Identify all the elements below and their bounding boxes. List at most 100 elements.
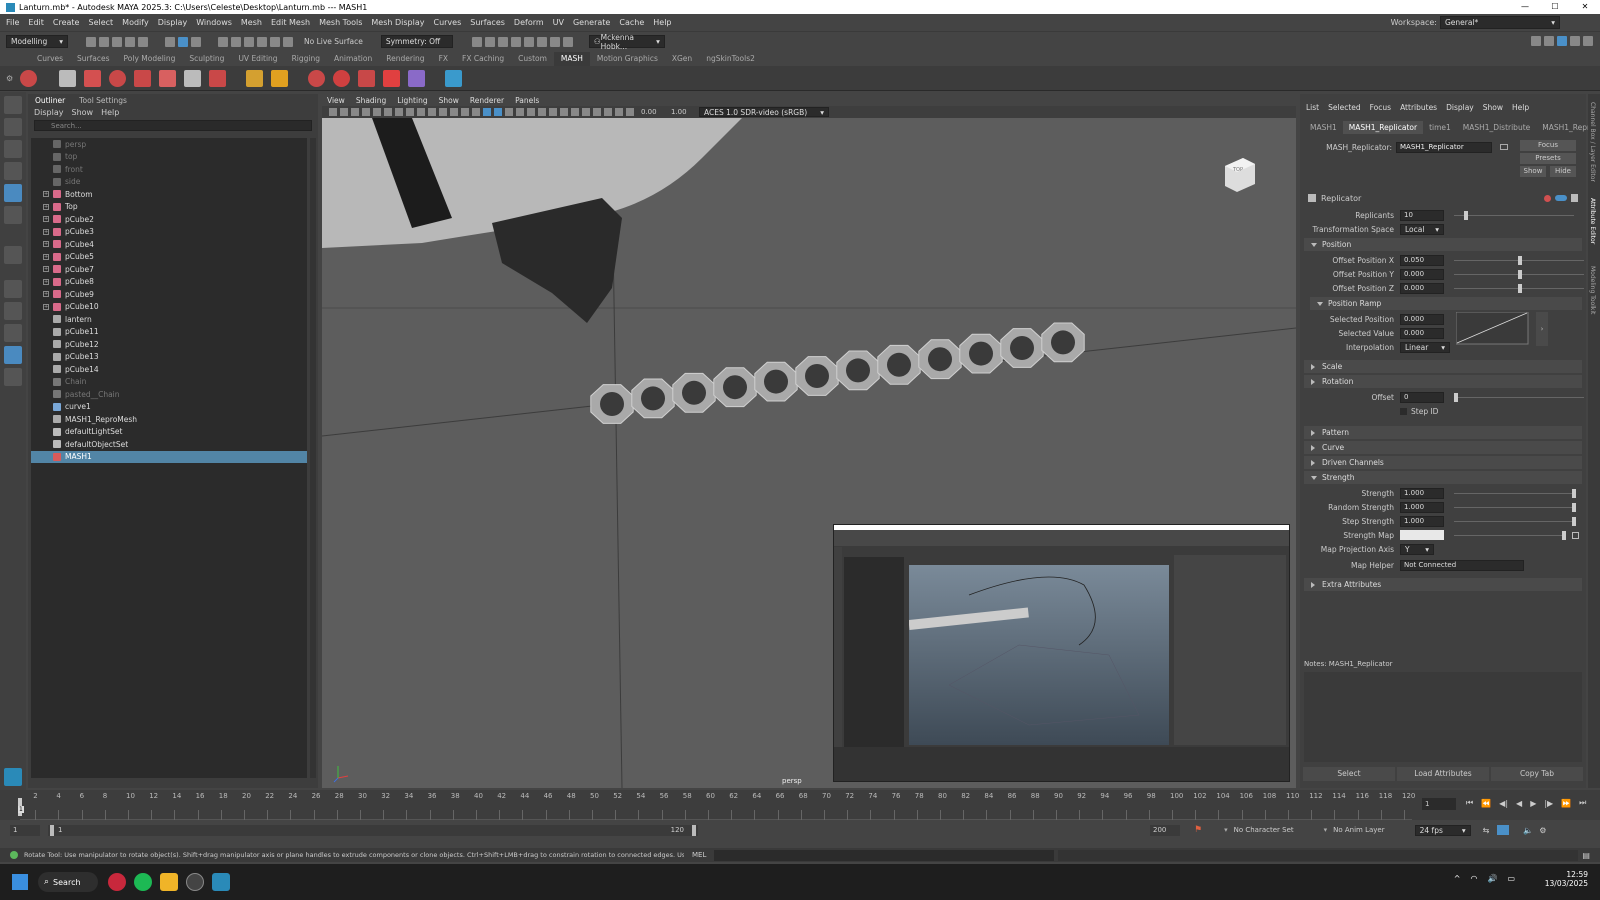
outliner-search-input[interactable]: Search... (34, 120, 312, 131)
offset-x-knob[interactable] (1518, 255, 1522, 265)
offset-knob[interactable] (1454, 392, 1458, 402)
outliner-item[interactable]: pCube14 (31, 363, 307, 376)
mash-flight-icon[interactable] (383, 69, 400, 87)
menu-edit[interactable]: Edit (28, 18, 44, 27)
menu-select[interactable]: Select (88, 18, 113, 27)
notes-field[interactable] (1304, 672, 1582, 762)
type-tool-icon[interactable] (246, 69, 263, 87)
viewport-toolbar-icon[interactable] (559, 108, 568, 116)
menu-display[interactable]: Display (158, 18, 188, 27)
render-settings-icon[interactable] (511, 36, 522, 47)
go-to-start-icon[interactable]: ⏮ (1466, 798, 1473, 808)
outliner-item[interactable]: + Top (31, 201, 307, 214)
scale-tool-icon[interactable] (4, 206, 22, 224)
outliner-item[interactable]: persp (31, 138, 307, 151)
tab-modeling-toolkit[interactable]: Modeling Toolkit (1589, 266, 1596, 314)
outliner-item[interactable]: + pCube3 (31, 226, 307, 239)
shelf-tab-surfaces[interactable]: Surfaces (70, 52, 116, 66)
ramp-expand-icon[interactable]: › (1536, 312, 1548, 346)
four-view-icon[interactable] (4, 302, 22, 320)
section-position[interactable]: Position (1304, 238, 1582, 251)
hide-button[interactable]: Hide (1550, 166, 1576, 177)
user-account-dropdown[interactable]: ⚇ Mckenna Hobk... ▾ (588, 33, 665, 51)
shelf-tab-fx-caching[interactable]: FX Caching (455, 52, 511, 66)
sound-icon[interactable]: 🔈 (1523, 826, 1533, 835)
viewport-toolbar-icon[interactable] (383, 108, 392, 116)
menu-cache[interactable]: Cache (619, 18, 644, 27)
viewport-toolbar-icon[interactable] (372, 108, 381, 116)
transform-space-dropdown[interactable]: Local ▾ (1400, 223, 1444, 235)
outliner-item[interactable]: Chain (31, 376, 307, 389)
viewport-toolbar-icon[interactable] (361, 108, 370, 116)
redo-icon[interactable] (137, 36, 148, 47)
node-name-field[interactable]: MASH1_Replicator (1396, 141, 1492, 153)
light-editor-icon[interactable] (550, 36, 561, 47)
node-link-icon[interactable] (1500, 144, 1508, 150)
menu-surfaces[interactable]: Surfaces (470, 18, 505, 27)
outliner-item[interactable]: + pCube2 (31, 213, 307, 226)
viewport-toolbar-icon[interactable] (592, 108, 601, 116)
outliner-item[interactable]: defaultLightSet (31, 426, 307, 439)
view-cube[interactable]: TOP (1225, 158, 1255, 192)
outliner-scrollbar[interactable] (310, 138, 316, 778)
outliner-item[interactable]: pCube11 (31, 326, 307, 339)
expand-icon[interactable]: + (43, 228, 49, 235)
mash-spin-icon[interactable] (308, 69, 325, 87)
outliner-item[interactable]: + pCube4 (31, 238, 307, 251)
expand-icon[interactable]: + (43, 203, 49, 210)
menu-uv[interactable]: UV (553, 18, 564, 27)
component-mode-icon[interactable] (190, 36, 201, 47)
toggle-attribute-editor-icon[interactable] (1543, 36, 1554, 46)
outliner-item[interactable]: defaultObjectSet (31, 438, 307, 451)
anim-layer-label[interactable]: No Anim Layer (1333, 826, 1384, 834)
outliner-item[interactable]: MASH1_ReproMesh (31, 413, 307, 426)
maya-taskbar-icon[interactable] (212, 873, 230, 891)
cache-playback-icon[interactable] (1497, 825, 1510, 835)
toggle-modeling-toolkit-icon[interactable] (1530, 36, 1541, 46)
menu-help[interactable]: Help (653, 18, 671, 27)
viewport-toolbar-icon[interactable] (504, 108, 513, 116)
hypershade-icon[interactable] (524, 36, 535, 47)
auto-key-icon[interactable]: ⚑ (1194, 825, 1202, 835)
step-forward-frame-icon[interactable]: |▶ (1544, 799, 1553, 808)
animation-start-field[interactable]: 1 (10, 824, 40, 836)
viewport-toolbar-icon[interactable] (581, 108, 590, 116)
select-tool-icon[interactable] (4, 96, 22, 114)
loop-icon[interactable]: ⇆ (1483, 826, 1490, 835)
script-editor-icon[interactable]: ▤ (1582, 851, 1590, 860)
map-helper-field[interactable]: Not Connected (1400, 559, 1524, 571)
undo-icon[interactable] (124, 36, 135, 47)
move-tool-icon[interactable] (4, 162, 22, 180)
section-position-ramp[interactable]: Position Ramp (1310, 297, 1582, 310)
ae-tab-mash1[interactable]: MASH1 (1304, 121, 1343, 134)
viewport-toolbar-icon[interactable] (438, 108, 447, 116)
object-mode-icon[interactable] (177, 36, 188, 47)
two-view-icon[interactable] (4, 324, 22, 342)
step-strength-field[interactable]: 1.000 (1400, 515, 1444, 527)
random-strength-field[interactable]: 1.000 (1400, 501, 1444, 513)
focus-button[interactable]: Focus (1520, 140, 1576, 151)
viewport-toolbar-icon[interactable] (350, 108, 359, 116)
mash-sphere-icon[interactable] (333, 69, 350, 87)
mash-outliner-icon[interactable] (59, 69, 76, 87)
viewport-toolbar-icon[interactable] (405, 108, 414, 116)
tab-outliner[interactable]: Outliner (28, 94, 72, 107)
presets-button[interactable]: Presets (1520, 153, 1576, 164)
menu-windows[interactable]: Windows (196, 18, 232, 27)
select-button[interactable]: Select (1303, 767, 1395, 781)
outliner-layout-icon[interactable] (4, 346, 22, 364)
rotate-tool-icon[interactable] (4, 184, 22, 202)
mash-create-icon[interactable] (20, 69, 37, 87)
range-start-handle[interactable] (50, 824, 54, 836)
section-pattern[interactable]: Pattern (1304, 426, 1582, 439)
step-back-frame-icon[interactable]: ◀| (1499, 799, 1508, 808)
workspace-selector[interactable]: Workspace: General* ▾ (1391, 16, 1560, 29)
ae-menu-list[interactable]: List (1306, 103, 1319, 112)
random-strength-knob[interactable] (1572, 502, 1576, 512)
mash-text-icon[interactable] (84, 69, 101, 87)
snap-point-icon[interactable] (243, 36, 254, 47)
time-slider-ticks[interactable]: 2 4 6 8 10 12 14 16 18 20 22 24 26 28 30 32 34 36 38 40 42 44… (20, 790, 1415, 820)
step-strength-knob[interactable] (1572, 516, 1576, 526)
go-to-end-icon[interactable]: ⏭ (1579, 798, 1586, 808)
menu-deform[interactable]: Deform (514, 18, 544, 27)
